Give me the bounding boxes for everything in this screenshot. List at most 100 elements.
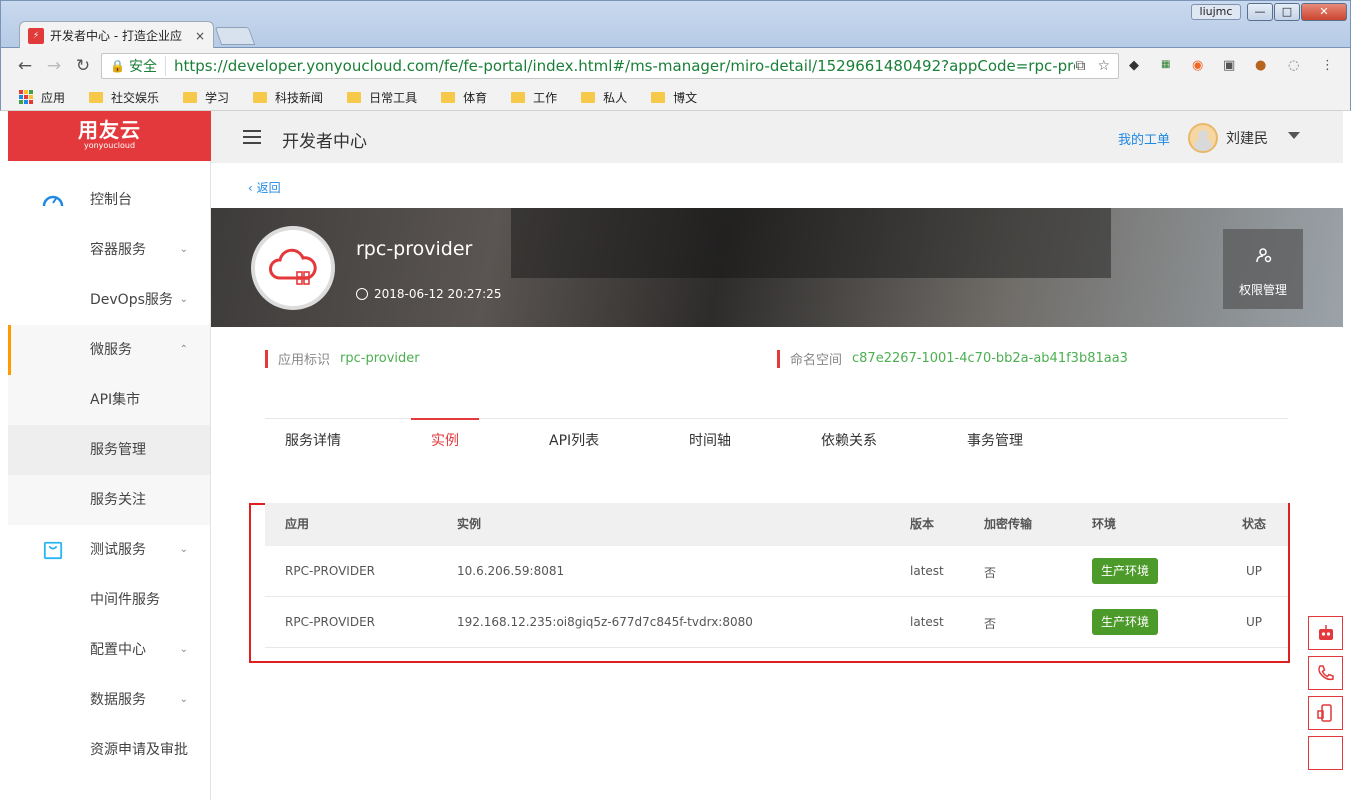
translate-icon[interactable]: ⧉ [1075,58,1085,74]
sidebar-item-test-service[interactable]: 测试服务 ⌄ [8,525,210,575]
bookmark-folder[interactable]: 体育 [441,89,487,106]
table-header: 应用 实例 版本 加密传输 环境 状态 [265,503,1288,546]
chevron-down-icon: ⌄ [179,644,188,655]
bookmarks-bar: 应用 社交娱乐 学习 科技新闻 日常工具 体育 工作 私人 博文 [0,84,1351,111]
secure-label: 安全 [129,56,166,76]
avatar[interactable] [1188,123,1218,153]
tab-instances[interactable]: 实例 [431,430,459,450]
table-row: RPC-PROVIDER 10.6.206.59:8081 latest 否 生… [265,546,1288,597]
url-text[interactable]: https://developer.yonyoucloud.com/fe/fe-… [174,57,1075,75]
tab-title: 开发者中心 - 打造企业应 [50,29,182,43]
bookmark-folder[interactable]: 私人 [581,89,627,106]
sidebar-item-config-center[interactable]: 配置中心 ⌄ [8,625,210,675]
dashboard-icon [42,195,64,207]
folder-icon [347,91,362,103]
app-id-field: 应用标识 rpc-provider [265,349,420,368]
bookmark-folder[interactable]: 博文 [651,89,697,106]
minimize-button[interactable]: — [1247,3,1273,21]
folder-icon [441,91,456,103]
sidebar: 用友云 yonyoucloud 控制台 容器服务 ⌄ DevOps服务 ⌄ 微服务 ⌃… [8,111,211,800]
sidebar-item-dashboard[interactable]: 控制台 [8,161,210,225]
env-badge: 生产环境 [1092,558,1159,584]
brand-logo[interactable]: 用友云 yonyoucloud [8,111,211,161]
sidebar-item-service-management[interactable]: 服务管理 [8,425,210,475]
extension-circle-icon[interactable]: ◌ [1288,58,1299,73]
username[interactable]: 刘建民 [1226,128,1268,148]
status-cell: UP [1246,615,1263,629]
instance-cell: 192.168.12.235:oi8giq5z-677d7c845f-tvdrx… [457,615,753,629]
mobile-icon[interactable] [1308,696,1343,730]
cloud-app-icon [269,248,317,285]
version-cell: latest [910,615,944,629]
permission-management-button[interactable]: 权限管理 [1223,229,1303,309]
browser-profile-badge[interactable]: liujmc [1191,4,1241,20]
tab-service-detail[interactable]: 服务详情 [285,430,341,450]
env-badge: 生产环境 [1092,609,1159,635]
tab-api-list[interactable]: API列表 [549,430,599,450]
chevron-down-icon: ⌄ [179,544,188,555]
bookmark-folder[interactable]: 学习 [183,89,229,106]
site-favicon-icon: ⚡ [28,27,44,44]
new-tab-button[interactable] [214,27,256,45]
tab-dependencies[interactable]: 依赖关系 [821,430,877,450]
blank-float-button[interactable] [1308,736,1343,770]
extension-tools-icon[interactable]: ▦ [1161,59,1170,70]
instance-cell: 10.6.206.59:8081 [457,564,565,578]
caret-down-icon[interactable] [1288,132,1300,139]
browser-menu-icon[interactable]: ⋮ [1321,58,1334,73]
column-header: 状态 [1242,517,1267,531]
folder-icon [89,91,104,103]
app-name: rpc-provider [356,238,473,260]
browser-tab[interactable]: ⚡ 开发者中心 - 打造企业应 × [19,21,214,49]
table-row: RPC-PROVIDER 192.168.12.235:oi8giq5z-677… [265,597,1288,648]
bookmark-folder[interactable]: 工作 [511,89,557,106]
folder-icon [183,91,198,103]
column-header: 加密传输 [984,517,1033,531]
sidebar-item-resource-approval[interactable]: 资源申请及审批 [8,725,210,775]
sidebar-item-api-market[interactable]: API集市 [8,375,210,425]
user-settings-icon [1256,248,1272,263]
phone-icon[interactable] [1308,656,1343,690]
back-arrow-icon[interactable]: ← [15,56,35,76]
version-cell: latest [910,564,944,578]
encryption-cell: 否 [984,617,997,631]
robot-icon[interactable] [1308,616,1343,650]
sidebar-item-service-follow[interactable]: 服务关注 [8,475,210,525]
sidebar-item-data-service[interactable]: 数据服务 ⌄ [8,675,210,725]
app-avatar [251,226,335,310]
back-link[interactable]: ‹ 返回 [248,179,281,196]
bookmark-apps[interactable]: 应用 [19,89,65,106]
extension-jb-icon[interactable]: ▣ [1223,58,1235,73]
extension-icon[interactable]: ◆ [1129,58,1139,73]
forward-arrow-icon[interactable]: → [44,56,64,76]
app-created-time: 2018-06-12 20:27:25 [356,287,501,301]
app-header: 开发者中心 我的工单 刘建民 [211,111,1343,163]
sidebar-item-container[interactable]: 容器服务 ⌄ [8,225,210,275]
chevron-up-icon: ⌃ [179,344,188,355]
close-window-button[interactable]: ✕ [1301,3,1347,21]
my-orders-link[interactable]: 我的工单 [1118,129,1170,148]
sidebar-item-devops[interactable]: DevOps服务 ⌄ [8,275,210,325]
reload-icon[interactable]: ↻ [73,56,93,76]
menu-toggle-icon[interactable] [243,130,261,144]
column-header: 版本 [910,517,935,531]
bookmark-folder[interactable]: 科技新闻 [253,89,323,106]
tab-transactions[interactable]: 事务管理 [967,430,1023,450]
address-bar[interactable]: 🔒 安全 https://developer.yonyoucloud.com/f… [101,53,1119,79]
tab-close-icon[interactable]: × [195,29,205,43]
bookmark-folder[interactable]: 社交娱乐 [89,89,159,106]
apps-grid-icon [19,90,33,104]
sidebar-item-middleware[interactable]: 中间件服务 [8,575,210,625]
cookie-icon[interactable]: ● [1255,58,1266,73]
chevron-down-icon: ⌄ [179,294,188,305]
sidebar-item-microservice[interactable]: 微服务 ⌃ [8,325,210,375]
bookmark-star-icon[interactable]: ☆ [1097,58,1110,74]
tab-timeline[interactable]: 时间轴 [689,430,731,450]
column-header: 环境 [1092,517,1117,531]
instances-table: 应用 实例 版本 加密传输 环境 状态 RPC-PROVIDER 10.6.20… [265,503,1288,648]
status-cell: UP [1246,564,1263,578]
bookmark-folder[interactable]: 日常工具 [347,89,417,106]
maximize-button[interactable]: □ [1274,3,1300,21]
extension-ring-icon[interactable]: ◉ [1192,58,1203,73]
active-tab-indicator [411,418,479,420]
